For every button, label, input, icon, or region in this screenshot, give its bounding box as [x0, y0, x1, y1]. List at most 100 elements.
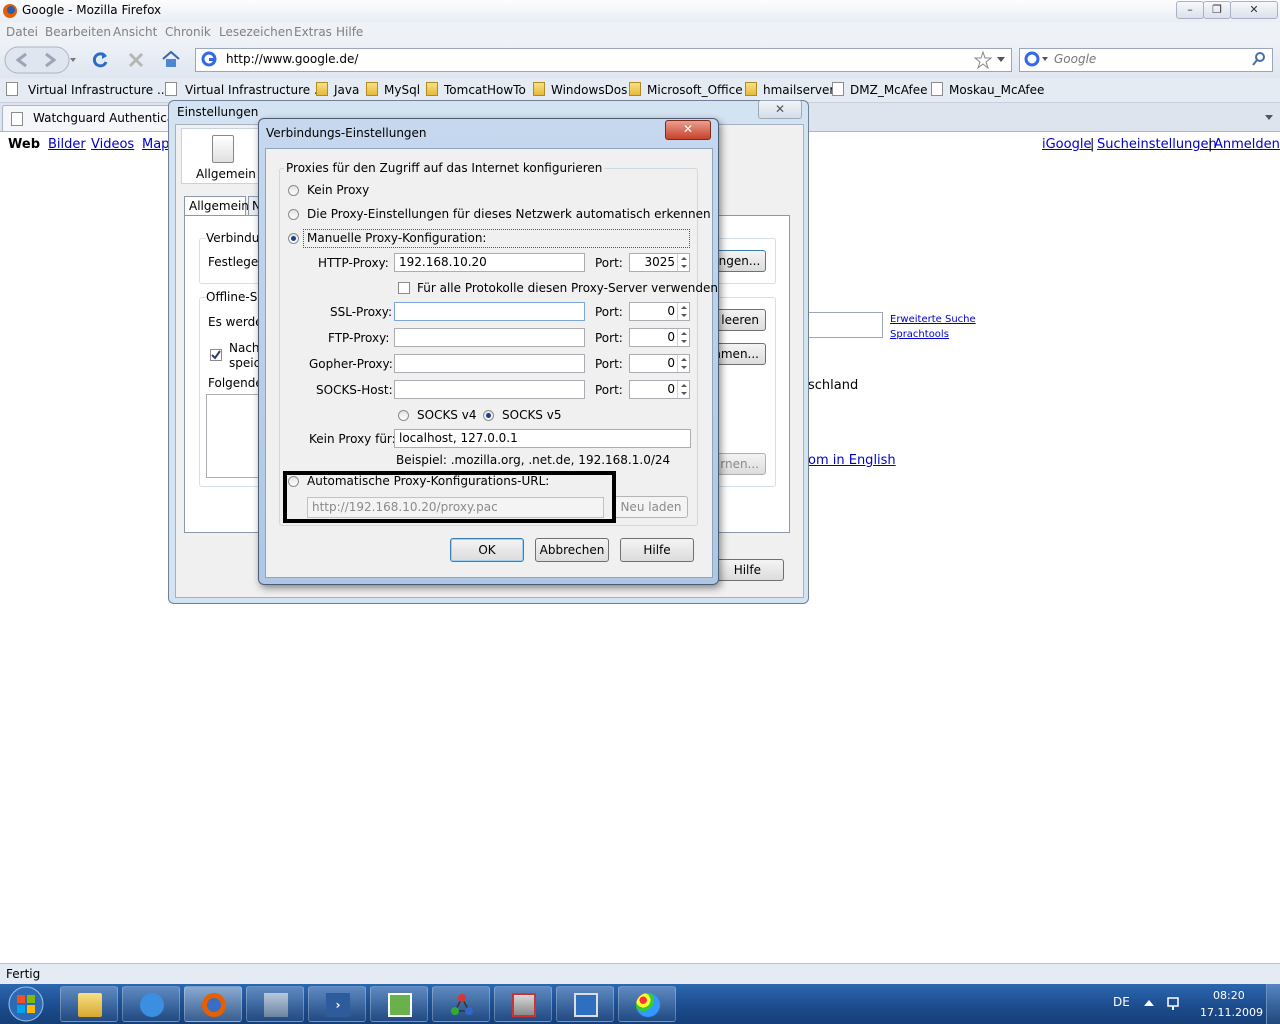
language-indicator[interactable]: DE [1113, 995, 1130, 1009]
socks-port-input[interactable]: 0 [629, 380, 690, 399]
close-window-button[interactable]: ✕ [1230, 1, 1278, 19]
gopher-port-input[interactable]: 0 [629, 354, 690, 373]
menu-chronik[interactable]: Chronik [165, 25, 211, 39]
tab-label: Watchguard Authenticatio [33, 111, 171, 125]
http-port-input[interactable]: 3025 [629, 253, 690, 272]
menu-datei[interactable]: Datei [6, 25, 38, 39]
help-button[interactable]: Hilfe [620, 538, 694, 562]
taskbar-explorer[interactable] [60, 986, 118, 1022]
all-protocols-checkbox[interactable] [398, 282, 410, 294]
google-nav-web[interactable]: Web [8, 137, 40, 152]
back-forward-button[interactable] [4, 46, 80, 74]
cancel-button[interactable]: Abbrechen [535, 538, 609, 562]
taskbar-vsphere[interactable] [370, 986, 428, 1022]
taskbar-powershell[interactable]: › [308, 986, 366, 1022]
erweiterte-suche-link[interactable]: Erweiterte Suche [890, 314, 976, 325]
ssl-port-input[interactable]: 0 [629, 302, 690, 321]
spinner-arrows-icon[interactable] [677, 381, 689, 398]
http-port-value: 3025 [644, 255, 675, 269]
bookmark-item[interactable]: MySql [366, 82, 420, 97]
search-engine-icon[interactable] [1024, 51, 1050, 67]
menu-lesezeichen[interactable]: Lesezeichen [219, 25, 293, 39]
bookmark-item[interactable]: Virtual Infrastructure ... [165, 82, 325, 97]
reload-pac-button[interactable]: Neu laden [614, 496, 688, 518]
clock-time[interactable]: 08:20 [1213, 989, 1245, 1002]
start-button[interactable] [4, 985, 48, 1023]
sprachtools-link[interactable]: Sprachtools [890, 329, 949, 340]
google-search-input[interactable] [800, 312, 883, 338]
spinner-arrows-icon[interactable] [677, 355, 689, 372]
ssl-proxy-input[interactable] [394, 302, 585, 321]
search-bar[interactable]: Google [1019, 48, 1273, 72]
taskbar-remote-app[interactable] [494, 986, 552, 1022]
socks-host-input[interactable] [394, 380, 585, 399]
bookmark-item[interactable]: Virtual Infrastructure ... [6, 82, 168, 97]
page-icon [6, 82, 18, 96]
spinner-arrows-icon[interactable] [677, 254, 689, 271]
url-dropdown-icon[interactable] [997, 57, 1005, 63]
bookmark-item[interactable]: DMZ_McAfee [832, 82, 928, 97]
radio-manual-proxy[interactable] [288, 233, 299, 244]
notify-checkbox[interactable] [210, 349, 222, 361]
igoogle-link[interactable]: iGoogle [1042, 137, 1091, 152]
pane-allgemein[interactable]: Allgemein [181, 128, 265, 184]
taskbar-ie[interactable] [122, 986, 180, 1022]
tab-list-icon[interactable] [1262, 110, 1276, 124]
google-english-link[interactable]: om in English [808, 453, 896, 468]
radio-auto-detect[interactable] [288, 209, 299, 220]
google-nav-videos[interactable]: Videos [91, 137, 134, 152]
google-nav-bilder[interactable]: Bilder [48, 137, 86, 152]
bookmark-item[interactable]: TomcatHowTo [426, 82, 526, 97]
bookmark-item[interactable]: Moskau_McAfee [931, 82, 1044, 97]
reload-icon[interactable] [90, 50, 110, 70]
ok-button[interactable]: OK [450, 538, 524, 562]
google-nav-maps[interactable]: Map [142, 137, 169, 152]
preferences-close-button[interactable]: ✕ [758, 100, 802, 119]
network-tray-icon[interactable] [1166, 996, 1182, 1012]
spinner-arrows-icon[interactable] [677, 329, 689, 346]
http-proxy-input[interactable]: 192.168.10.20 [394, 253, 585, 272]
taskbar-firefox[interactable] [184, 986, 242, 1022]
tab-watchguard[interactable]: Watchguard Authenticatio [2, 105, 172, 131]
menu-hilfe[interactable]: Hilfe [336, 25, 363, 39]
taskbar-hierarchy-app[interactable] [432, 986, 490, 1022]
url-bar[interactable]: http://www.google.de/ [195, 48, 1012, 72]
bookmark-item[interactable]: hmailserver [745, 82, 834, 97]
menu-bearbeiten[interactable]: Bearbeiten [45, 25, 111, 39]
bookmark-item[interactable]: WindowsDos [533, 82, 627, 97]
search-icon[interactable] [1252, 52, 1266, 66]
bookmark-item[interactable]: Microsoft_Office [629, 82, 743, 97]
show-hidden-icons-icon[interactable] [1144, 999, 1154, 1007]
folder-icon [533, 82, 545, 96]
socks-port-label: Port: [595, 383, 623, 397]
ftp-proxy-input[interactable] [394, 328, 585, 347]
minimize-button[interactable]: – [1176, 1, 1204, 19]
connection-dialog-title: Verbindungs-Einstellungen [266, 126, 427, 140]
no-proxy-for-input[interactable]: localhost, 127.0.0.1 [394, 429, 691, 448]
subtab-allgemein[interactable]: Allgemein [184, 196, 249, 216]
bookmark-label: DMZ_McAfee [850, 83, 928, 97]
connection-close-button[interactable]: ✕ [665, 120, 711, 140]
home-icon[interactable] [161, 50, 181, 68]
taskbar-network[interactable] [246, 986, 304, 1022]
gopher-port-label: Port: [595, 357, 623, 371]
anmelden-link[interactable]: Anmelden [1214, 137, 1280, 152]
sucheinstellungen-link[interactable]: Sucheinstellungen [1097, 137, 1217, 152]
radio-socks-v4[interactable] [398, 410, 409, 421]
bookmark-star-icon[interactable] [974, 51, 992, 69]
gopher-proxy-input[interactable] [394, 354, 585, 373]
taskbar-rdp[interactable] [556, 986, 614, 1022]
menu-extras[interactable]: Extras [294, 25, 332, 39]
bookmark-item[interactable]: Java [316, 82, 359, 97]
maximize-button[interactable]: ❐ [1203, 1, 1231, 19]
menu-ansicht[interactable]: Ansicht [113, 25, 157, 39]
spinner-arrows-icon[interactable] [677, 303, 689, 320]
clock-date[interactable]: 17.11.2009 [1200, 1006, 1263, 1019]
taskbar-paint[interactable] [618, 986, 676, 1022]
ftp-port-input[interactable]: 0 [629, 328, 690, 347]
show-desktop-button[interactable] [1266, 984, 1280, 1024]
stop-icon[interactable] [127, 51, 145, 69]
radio-no-proxy[interactable] [288, 185, 299, 196]
radio-socks-v5[interactable] [483, 410, 494, 421]
prefs-help-button[interactable]: Hilfe [710, 559, 784, 581]
